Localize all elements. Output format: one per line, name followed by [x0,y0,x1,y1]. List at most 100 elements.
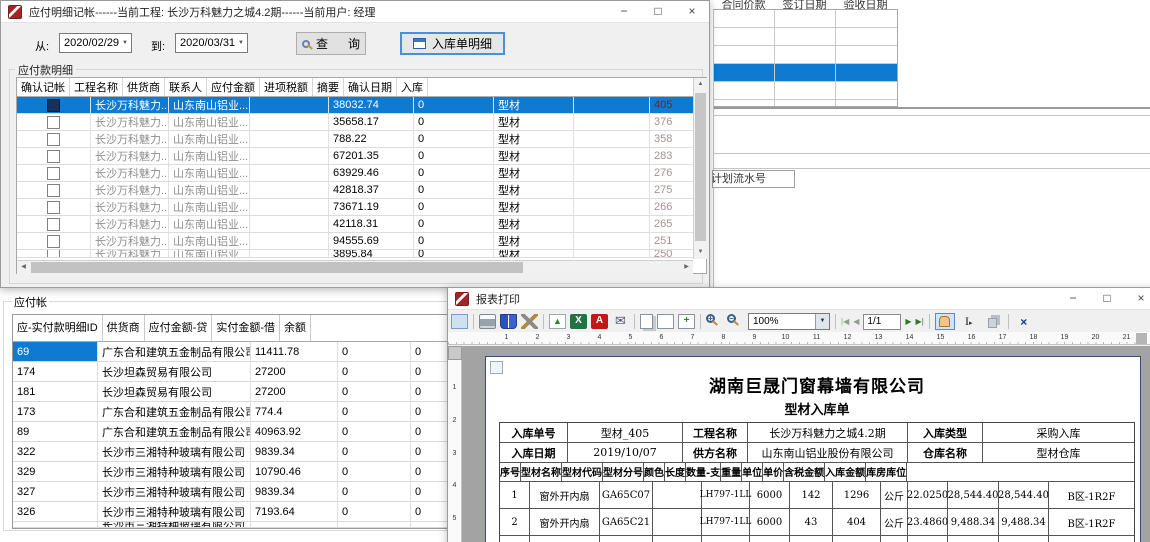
confirm-checkbox[interactable] [47,133,60,146]
detail-column-header[interactable]: 摘要 [313,78,344,96]
zoom-out-icon[interactable]: − [727,314,744,329]
report-page[interactable]: 湖南巨晟门窗幕墙有限公司 型材入库单 入库单号 型材_405 工程名称 长沙万科… [485,356,1141,542]
payable-row[interactable]: 181 长沙坦森贸易有限公司 27200 0 0 [13,382,459,402]
zoom-in-icon[interactable]: + [706,314,723,329]
report-preview-area[interactable]: 1 2 3 4 5 湖南巨晟门窗幕墙有限公司 型材入库单 [448,346,1150,542]
scroll-right-icon[interactable]: ▶ [680,261,693,274]
minimize-icon[interactable]: − [607,1,641,22]
detail-column-header[interactable]: 确认日期 [344,78,397,96]
to-date-combobox[interactable]: 2020/03/31 ▼ [175,33,248,53]
payable-row[interactable]: 322 长沙市三湘特种玻璃有限公司 9839.34 0 0 [13,442,459,462]
detail-column-header[interactable]: 进项税额 [260,78,313,96]
confirm-checkbox[interactable] [47,250,60,257]
first-page-button[interactable]: |◀ [841,314,849,329]
payable-column-header[interactable]: 供货商 [103,315,145,341]
contract-table-row[interactable] [714,46,897,64]
payable-row[interactable]: 174 长沙坦森贸易有限公司 27200 0 0 [13,362,459,382]
query-button[interactable]: 查 询 [296,32,366,55]
detail-row[interactable]: 长沙万科魅力... 山东南山铝业... 63929.46 0 型材 276 [17,165,693,182]
confirm-checkbox[interactable] [47,99,60,112]
minimize-icon[interactable]: − [1056,288,1090,309]
detail-row[interactable]: 长沙万科魅力... 山东南山铝业... 788.22 0 型材 358 [17,131,693,148]
payable-column-header[interactable]: 实付金额-借 [212,315,280,341]
detail-column-header[interactable]: 联系人 [165,78,207,96]
payable-row[interactable]: 89 广东合和建筑五金制品有限公司 40963.92 0 0 [13,422,459,442]
payable-row[interactable]: 327 长沙市三湘特种玻璃有限公司 9839.34 0 0 [13,482,459,502]
contract-table-row[interactable] [714,100,897,107]
excel-export-icon[interactable]: X [570,314,587,329]
printer-icon[interactable] [479,314,496,329]
detail-row[interactable]: 长沙万科魅力... 山东南山铝业... 38032.74 0 型材 405 [17,97,693,114]
detail-row[interactable]: 长沙万科魅力 山东南山铝业 3895.84 0 型材 250 [17,250,693,258]
confirm-checkbox[interactable] [47,184,60,197]
chevron-down-icon[interactable]: ▼ [238,40,244,46]
detail-row[interactable]: 长沙万科魅力... 山东南山铝业... 42818.37 0 型材 275 [17,182,693,199]
next-page-button[interactable]: ▶ [905,314,911,329]
payable-column-header[interactable]: 余额 [280,315,311,341]
scrollbar-thumb[interactable] [31,262,523,273]
vertical-scrollbar[interactable]: ▲ ▼ [693,78,707,259]
detail-column-header[interactable]: 供货商 [123,78,165,96]
single-page-icon[interactable] [657,314,674,329]
payable-row[interactable]: 329 长沙市三湘特种玻璃有限公司 10790.46 0 0 [13,462,459,482]
detail-row[interactable]: 长沙万科魅力... 山东南山铝业... 73671.19 0 型材 266 [17,199,693,216]
scroll-left-icon[interactable]: ◀ [17,261,30,274]
confirm-checkbox[interactable] [47,218,60,231]
payable-row[interactable]: 326 长沙市三湘特种玻璃有限公司 7193.64 0 0 [13,502,459,522]
scroll-up-icon[interactable]: ▲ [694,78,707,91]
close-icon[interactable]: × [675,1,709,22]
detail-row[interactable]: 长沙万科魅力... 山东南山铝业... 42118.31 0 型材 265 [17,216,693,233]
payable-column-header[interactable]: 应-实付款明细ID [13,315,103,341]
scroll-down-icon[interactable]: ▼ [694,246,707,259]
confirm-checkbox[interactable] [47,150,60,163]
payable-column-header[interactable]: 应付金额-贷 [145,315,213,341]
payable-row[interactable]: 69 广东合和建筑五金制品有限公司 11411.78 0 0 [13,342,459,362]
mail-export-icon[interactable]: ✉ [612,314,629,329]
window1-titlebar[interactable]: 应付明细记帐------当前工程: 长沙万科魅力之城4.2期------当前用户… [1,1,709,23]
detail-row[interactable]: 长沙万科魅力... 山东南山铝业... 94555.69 0 型材 251 [17,233,693,250]
plan-serial-field[interactable]: 计划流水号 [712,170,795,188]
contract-table-row[interactable] [714,28,897,46]
chevron-down-icon[interactable]: ▼ [122,40,128,46]
detail-column-header[interactable]: 应付金额 [207,78,260,96]
confirm-checkbox[interactable] [47,116,60,129]
multi-page-icon[interactable]: + [678,314,695,329]
book-preview-icon[interactable] [500,314,517,329]
contract-table-row[interactable] [714,82,897,100]
hand-tool-button[interactable] [935,313,955,330]
from-date-combobox[interactable]: 2020/02/29 ▼ [59,33,132,53]
zoom-select[interactable]: 100% ▼ [748,313,830,330]
detail-column-header[interactable]: 确认记帐 [17,78,70,96]
report-titlebar[interactable]: 报表打印 − □ × [448,288,1150,310]
prev-page-button[interactable]: ◀ [853,314,859,329]
confirm-checkbox[interactable] [47,201,60,214]
close-preview-button[interactable]: × [1014,313,1034,330]
close-icon[interactable]: × [1124,288,1150,309]
confirm-checkbox[interactable] [47,167,60,180]
detail-row[interactable]: 长沙万科魅力... 山东南山铝业... 35658.17 0 型材 376 [17,114,693,131]
divider [713,107,1150,109]
contract-table-row[interactable] [714,10,897,28]
confirm-checkbox[interactable] [47,235,60,248]
copy-pages-button[interactable] [983,313,1003,330]
tools-icon[interactable] [521,314,538,329]
detail-row[interactable]: 长沙万科魅力... 山东南山铝业... 67201.35 0 型材 283 [17,148,693,165]
detail-column-header[interactable]: 入库 [397,78,428,96]
text-select-button[interactable]: I [959,313,979,330]
design-view-icon[interactable] [451,314,468,329]
pdf-export-icon[interactable]: A [591,314,608,329]
export-icon[interactable]: ▲ [549,314,566,329]
chevron-down-icon[interactable]: ▼ [815,314,829,329]
payable-row[interactable]: 173 广东合和建筑五金制品有限公司 774.4 0 0 [13,402,459,422]
payable-row[interactable]: 长沙市三湘特种玻璃有限公司 [13,522,459,528]
scrollbar-thumb[interactable] [695,93,706,241]
contract-table-row[interactable] [714,64,897,82]
maximize-icon[interactable]: □ [641,1,675,22]
horizontal-scrollbar[interactable]: ◀ ▶ [17,260,693,274]
maximize-icon[interactable]: □ [1090,288,1124,309]
page-number-input[interactable]: 1/1 [863,314,901,330]
page-setup-icon[interactable] [640,314,653,329]
detail-column-header[interactable]: 工程名称 [70,78,123,96]
inbound-detail-button[interactable]: 入库单明细 [400,32,505,55]
last-page-button[interactable]: ▶| [916,314,924,329]
